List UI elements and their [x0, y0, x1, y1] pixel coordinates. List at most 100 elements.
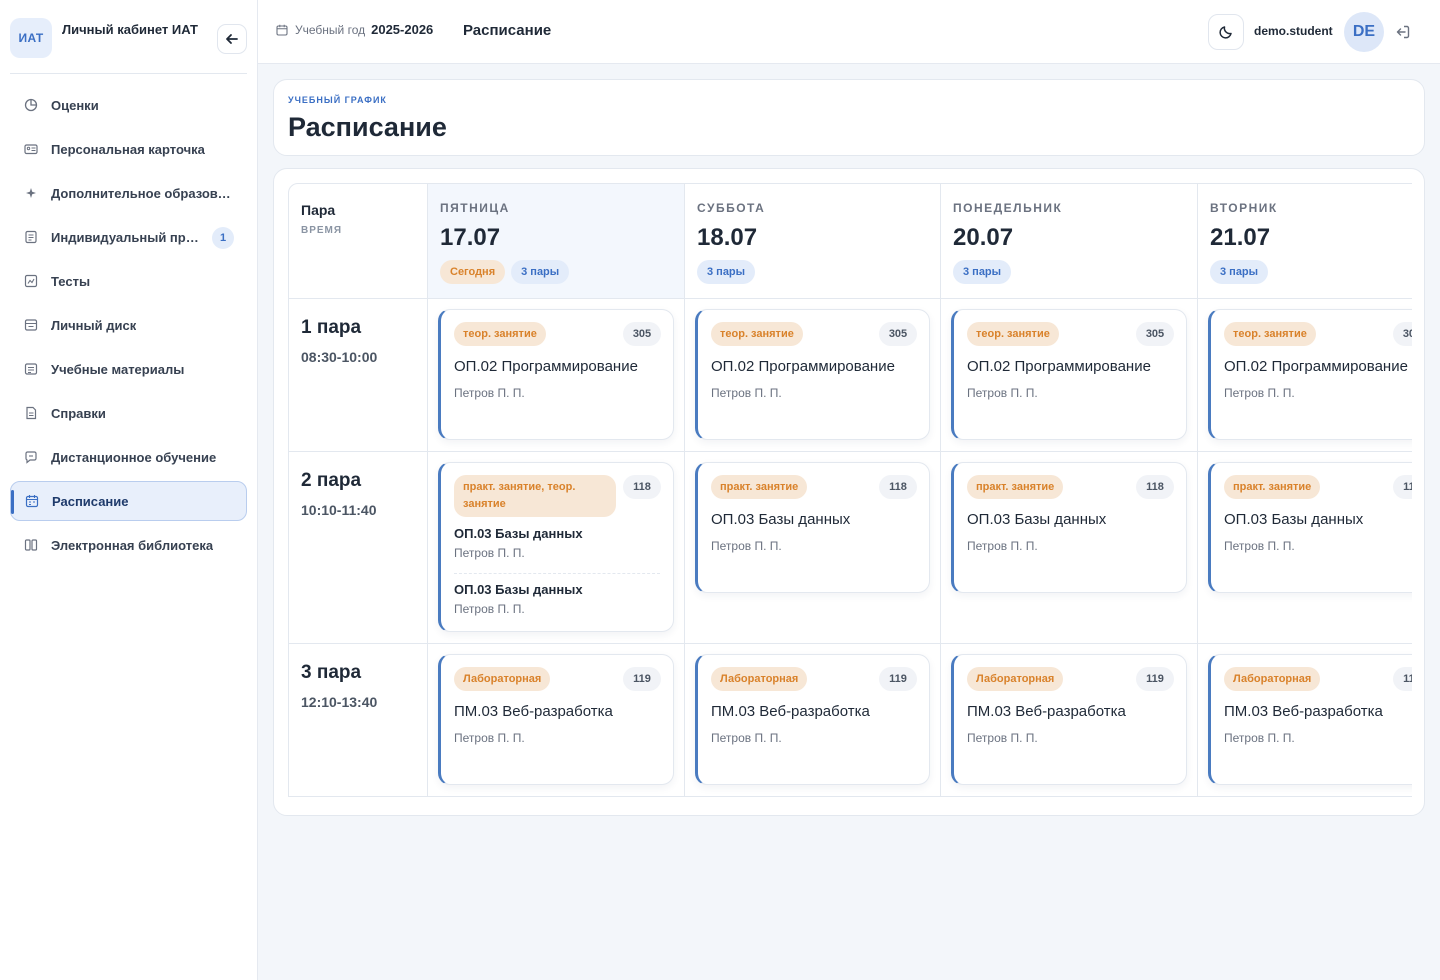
room-badge: 119 — [1393, 667, 1412, 691]
sidebar-item-personal-card[interactable]: Персональная карточка — [10, 129, 247, 169]
pair-count-badge: 3 пары — [953, 260, 1012, 284]
sidebar-item-label: Расписание — [52, 493, 129, 509]
sidebar-item-extra-education[interactable]: Дополнительное образование — [10, 173, 247, 213]
lesson-teacher: Петров П. П. — [454, 731, 525, 745]
lesson-teacher: Петров П. П. — [711, 731, 782, 745]
sidebar-item-schedule[interactable]: Расписание — [10, 481, 247, 521]
room-badge: 119 — [623, 667, 661, 691]
schedule-grid: Пара ВРЕМЯ ПЯТНИЦА 17.07 Сегодня 3 пары … — [288, 183, 1412, 797]
lesson-teacher: Петров П. П. — [711, 539, 782, 553]
sidebar-item-certificates[interactable]: Справки — [10, 393, 247, 433]
user-name: demo.student — [1254, 24, 1333, 38]
lesson-type-badge: теор. занятие — [1224, 322, 1316, 346]
pair-count-badge: 3 пары — [511, 260, 570, 284]
certificate-icon — [24, 406, 38, 420]
sidebar-item-tests[interactable]: Тесты — [10, 261, 247, 301]
slot-name: 1 пара — [301, 317, 362, 338]
lesson-subject: ОП.03 Базы данных — [454, 526, 583, 541]
lesson-subject: ПМ.03 Веб-разработка — [711, 703, 870, 720]
day-name: ВТОРНИК — [1210, 201, 1278, 215]
lesson-card[interactable]: практ. занятие 118 ОП.03 Базы данных Пет… — [695, 462, 930, 593]
lesson-card[interactable]: Лабораторная 119 ПМ.03 Веб-разработка Пе… — [951, 654, 1187, 785]
avatar[interactable]: DE — [1344, 12, 1384, 52]
pair-header: Пара — [301, 202, 336, 218]
lesson-card[interactable]: теор. занятие 305 ОП.02 Программирование… — [951, 309, 1187, 440]
lesson-card[interactable]: теор. занятие 305 ОП.02 Программирование… — [1208, 309, 1412, 440]
sidebar-item-distance-learning[interactable]: Дистанционное обучение — [10, 437, 247, 477]
room-badge: 305 — [1136, 322, 1174, 346]
arrow-left-icon — [226, 34, 238, 44]
lesson-subject: ПМ.03 Веб-разработка — [454, 703, 613, 720]
sidebar-item-materials[interactable]: Учебные материалы — [10, 349, 247, 389]
lesson-type-badge: практ. занятие — [711, 475, 808, 499]
slot-time: 12:10-13:40 — [301, 694, 378, 710]
lesson-card[interactable]: Лабораторная 119 ПМ.03 Веб-разработка Пе… — [438, 654, 674, 785]
day-date: 20.07 — [953, 224, 1014, 251]
room-badge: 118 — [1136, 475, 1174, 499]
materials-icon — [24, 362, 38, 376]
lesson-type-badge: практ. занятие, теор. занятие — [454, 475, 616, 517]
lesson-subject: ОП.02 Программирование — [1224, 358, 1408, 375]
lesson-card[interactable]: практ. занятие 118 ОП.03 Базы данных Пет… — [1208, 462, 1412, 593]
day-header-friday: ПЯТНИЦА 17.07 Сегодня 3 пары — [427, 183, 685, 299]
slot-3-cell: 3 пара 12:10-13:40 — [288, 643, 428, 797]
sidebar-item-grades[interactable]: Оценки — [10, 85, 247, 125]
lesson-card[interactable]: теор. занятие 305 ОП.02 Программирование… — [695, 309, 930, 440]
lesson-card[interactable]: практ. занятие 118 ОП.03 Базы данных Пет… — [951, 462, 1187, 593]
sidebar-item-library[interactable]: Электронная библиотека — [10, 525, 247, 565]
lesson-card[interactable]: Лабораторная 119 ПМ.03 Веб-разработка Пе… — [695, 654, 930, 785]
lesson-type-badge: теор. занятие — [454, 322, 546, 346]
lesson-card[interactable]: теор. занятие 305 ОП.02 Программирование… — [438, 309, 674, 440]
lesson-type-badge: практ. занятие — [1224, 475, 1321, 499]
lesson-type-badge: Лабораторная — [454, 667, 551, 691]
lesson-subject: ОП.02 Программирование — [711, 358, 895, 375]
academic-year-label: Учебный год — [295, 22, 366, 37]
moon-icon — [1219, 26, 1232, 39]
day-header-saturday: СУББОТА 18.07 3 пары — [684, 183, 941, 299]
lesson-subentry: ОП.03 Базы данных Петров П. П. — [454, 582, 660, 616]
sidebar: ИАТ Личный кабинет ИАТ Оценки Персональн… — [0, 0, 258, 980]
sidebar-nav: Оценки Персональная карточка Дополнитель… — [10, 85, 247, 569]
pair-count-badge: 3 пары — [1210, 260, 1269, 284]
lesson-type-badge: практ. занятие — [967, 475, 1064, 499]
logout-icon[interactable] — [1395, 24, 1413, 42]
lesson-teacher: Петров П. П. — [711, 386, 782, 400]
divider — [454, 573, 660, 574]
room-badge: 305 — [623, 322, 661, 346]
drive-icon — [24, 318, 38, 332]
day-date: 17.07 — [440, 224, 501, 251]
slot-name: 3 пара — [301, 662, 362, 683]
pie-chart-icon — [24, 98, 38, 112]
time-header: ВРЕМЯ — [301, 225, 343, 236]
day-date: 18.07 — [697, 224, 758, 251]
lesson-subject: ОП.03 Базы данных — [967, 511, 1107, 528]
slot-time: 10:10-11:40 — [301, 502, 377, 518]
lesson-subject: ОП.03 Базы данных — [711, 511, 851, 528]
sidebar-item-personal-drive[interactable]: Личный диск — [10, 305, 247, 345]
chat-icon — [24, 450, 38, 464]
schedule-scroll-area[interactable]: Пара ВРЕМЯ ПЯТНИЦА 17.07 Сегодня 3 пары … — [288, 183, 1412, 797]
day-name: СУББОТА — [697, 201, 766, 215]
page-heading: Расписание — [288, 112, 447, 142]
lesson-card-multi[interactable]: практ. занятие, теор. занятие 118 ОП.03 … — [438, 462, 674, 632]
sidebar-item-label: Тесты — [51, 273, 91, 289]
calendar-icon — [276, 24, 288, 36]
lesson-subject: ОП.02 Программирование — [967, 358, 1151, 375]
theme-toggle-button[interactable] — [1208, 14, 1244, 50]
lesson-type-badge: Лабораторная — [967, 667, 1064, 691]
test-icon — [24, 274, 38, 288]
room-badge: 119 — [1136, 667, 1174, 691]
pair-count-badge: 3 пары — [697, 260, 756, 284]
brand: ИАТ Личный кабинет ИАТ — [10, 14, 247, 74]
sidebar-item-label: Персональная карточка — [51, 141, 205, 157]
lesson-type-badge: теор. занятие — [967, 322, 1059, 346]
lesson-type-badge: Лабораторная — [711, 667, 808, 691]
lesson-card[interactable]: Лабораторная 119 ПМ.03 Веб-разработка Пе… — [1208, 654, 1412, 785]
collapse-sidebar-button[interactable] — [217, 24, 247, 54]
id-card-icon — [24, 142, 38, 156]
lesson-subject: ОП.02 Программирование — [454, 358, 638, 375]
lesson-subject: ПМ.03 Веб-разработка — [1224, 703, 1383, 720]
lesson-type-badge: теор. занятие — [711, 322, 803, 346]
slot-time: 08:30-10:00 — [301, 349, 378, 365]
sidebar-item-individual-project[interactable]: Индивидуальный проект 1 — [10, 217, 247, 257]
